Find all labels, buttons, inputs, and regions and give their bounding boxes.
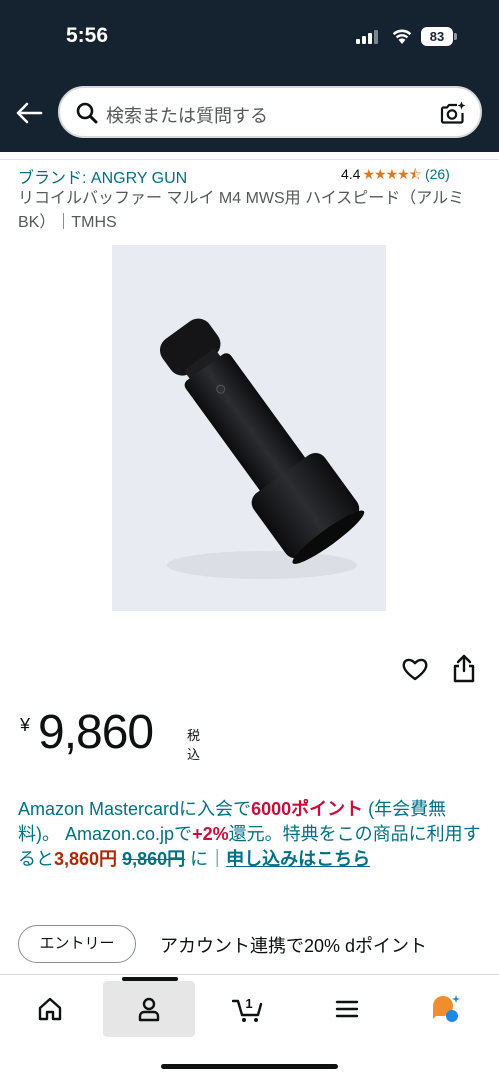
cart-count: 1 — [245, 996, 252, 1011]
nav-rufus[interactable] — [400, 981, 492, 1037]
promo-text-1: Amazon Mastercardに入会で — [18, 799, 252, 819]
product-title: リコイルバッファー マルイ M4 MWS用 ハイスピード（アルミ BK）｜TMH… — [18, 190, 465, 231]
promo-points: 6000ポイント — [251, 799, 364, 819]
home-icon — [38, 997, 62, 1021]
entry-button[interactable]: エントリー — [18, 925, 136, 963]
wifi-icon — [392, 29, 412, 44]
nav-menu[interactable] — [301, 981, 393, 1037]
battery-icon: 83 — [421, 27, 457, 46]
promo-text-4: に｜ — [185, 849, 227, 869]
mastercard-promo[interactable]: Amazon Mastercardに入会で6000ポイント (年会費無料)。 A… — [18, 797, 482, 872]
rating-value: 4.4 — [341, 166, 361, 182]
search-icon — [76, 102, 98, 124]
rating-count[interactable]: (26) — [425, 166, 450, 182]
share-icon[interactable] — [452, 653, 476, 683]
person-icon — [138, 997, 160, 1022]
search-bar[interactable]: 検索または質問する — [58, 86, 482, 138]
currency-symbol: ¥ — [20, 715, 31, 735]
brand-link[interactable]: ブランド: ANGRY GUN — [18, 164, 187, 188]
tax-label: 税込 — [187, 728, 201, 762]
home-indicator — [161, 1064, 338, 1069]
cart-icon: 1 — [232, 996, 263, 1022]
arrow-left-icon[interactable] — [14, 98, 44, 128]
promo-original-price: 9,860円 — [122, 849, 186, 869]
rufus-chat-icon — [433, 995, 460, 1022]
hamburger-menu-icon — [335, 1000, 359, 1018]
product-image[interactable] — [112, 245, 386, 611]
cellular-signal-icon — [356, 30, 380, 44]
battery-level: 83 — [421, 27, 453, 46]
promo-discounted-price: 3,860円 — [54, 849, 118, 869]
entry-description: アカウント連携で20% dポイント — [160, 936, 428, 956]
recoil-buffer-image — [159, 318, 365, 579]
promo-apply-link[interactable]: 申し込みはこちら — [226, 849, 370, 869]
top-header: 5:56 83 検索または質問する — [0, 0, 499, 152]
search-input[interactable]: 検索または質問する — [106, 102, 268, 128]
rating-summary[interactable]: 4.4 ★★★★⯪ (26) — [341, 164, 450, 188]
nav-cart[interactable]: 1 — [202, 981, 294, 1037]
header-divider — [0, 152, 499, 160]
status-time: 5:56 — [66, 24, 109, 47]
nav-home[interactable] — [4, 981, 96, 1037]
price-amount: 9,860 — [38, 706, 154, 759]
promo-plus-rate: +2% — [192, 824, 229, 844]
heart-icon[interactable] — [401, 655, 429, 683]
nav-account[interactable] — [103, 981, 195, 1037]
camera-search-icon[interactable] — [440, 100, 466, 126]
rating-stars-icon: ★★★★⯪ — [362, 166, 421, 182]
bottom-nav: 1 — [0, 974, 499, 1080]
